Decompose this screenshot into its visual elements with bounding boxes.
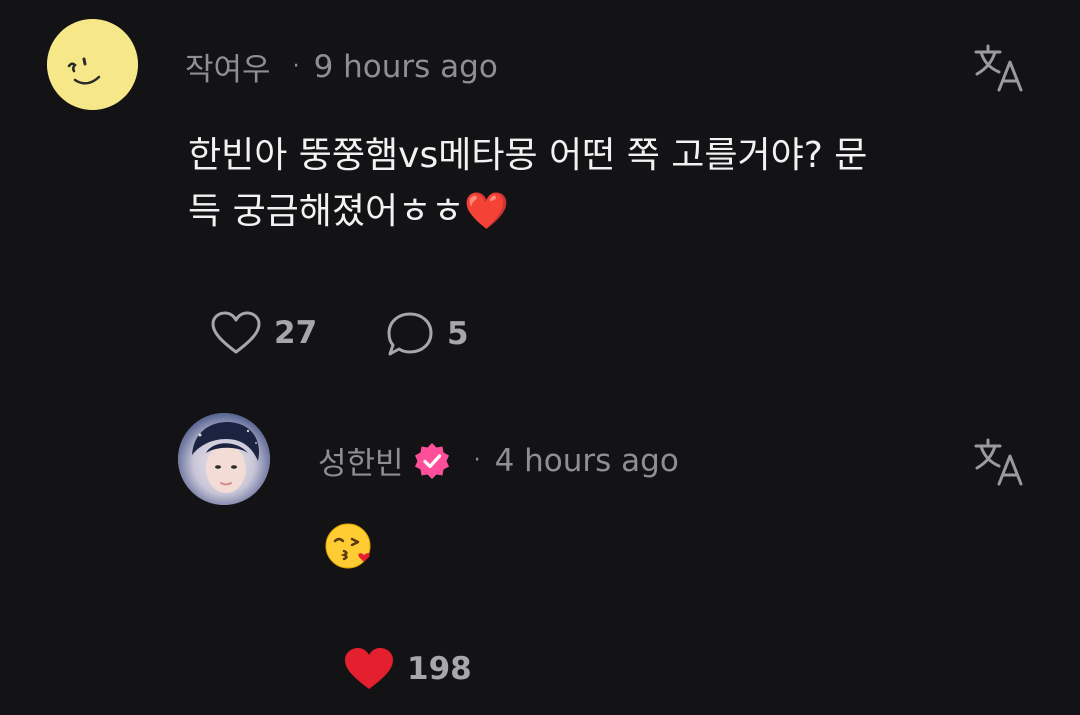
reply-meta: 성한빈 · 4 hours ago [318,438,679,483]
comment-body: 한빈아 뚱쭝햄vs메타몽 어떤 쪽 고를거야? 문득 궁금해졌어ㅎㅎ❤️ [188,128,868,240]
meta-separator: · [292,54,300,79]
reply-like-count: 198 [407,651,472,687]
reply-avatar[interactable] [178,413,270,505]
heart-filled-icon [345,648,393,689]
reply-username[interactable]: 성한빈 [318,438,404,483]
translate-icon[interactable] [972,436,1028,488]
heart-outline-icon [211,311,261,354]
translate-icon[interactable] [972,42,1028,94]
smiley-face-icon [47,19,138,110]
comment-timestamp: 9 hours ago [313,48,498,85]
like-count: 27 [274,315,318,351]
kissing-face-with-heart-emoji [324,521,374,571]
reply-button[interactable]: 5 [385,310,469,358]
verified-badge-icon [412,441,452,481]
like-button-active[interactable]: 198 [343,646,472,692]
speech-bubble-icon [387,312,433,356]
comment-text: 한빈아 뚱쭝햄vs메타몽 어떤 쪽 고를거야? 문득 궁금해졌어ㅎㅎ [188,135,868,232]
red-heart-emoji: ❤️ [464,191,510,232]
meta-separator: · [473,448,481,473]
profile-photo-icon [178,413,270,505]
comment-username[interactable]: 작여우 [185,44,271,89]
like-button[interactable]: 27 [210,310,317,356]
comment-meta: 작여우 · 9 hours ago [185,44,498,89]
reply-timestamp: 4 hours ago [494,442,679,479]
reply-count: 5 [447,316,469,352]
commenter-avatar[interactable] [47,19,138,110]
